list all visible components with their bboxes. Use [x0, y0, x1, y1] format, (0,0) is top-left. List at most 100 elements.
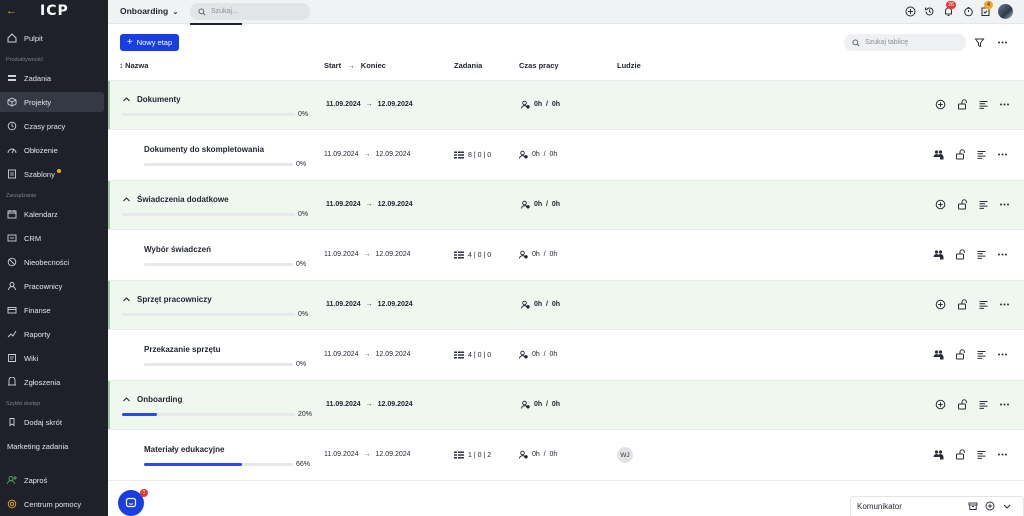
sidebar-item-label: Centrum pomocy	[24, 499, 82, 509]
sidebar-item-nieobecnosci[interactable]: Nieobecności	[0, 252, 104, 272]
archive-icon[interactable]	[968, 501, 978, 511]
tasks-icon	[454, 251, 468, 259]
add-circle-icon[interactable]	[935, 299, 946, 310]
sidebar-item-zadania[interactable]: Zadania	[0, 68, 104, 88]
lock-icon[interactable]	[955, 449, 966, 460]
lock-icon[interactable]	[957, 399, 968, 410]
new-stage-button[interactable]: + Nowy etap	[120, 34, 179, 51]
lock-icon[interactable]	[957, 199, 968, 210]
more-options-icon[interactable]	[997, 37, 1008, 48]
worktime: 0h / 0h	[519, 150, 557, 159]
stage-group-row[interactable]: Sprzęt pracowniczy 0% 11.09.2024 → 12.09.202…	[108, 281, 1024, 329]
back-arrow-icon[interactable]: ←	[6, 5, 17, 17]
worktime: 0h / 0h	[521, 400, 560, 409]
add-circle-icon[interactable]	[935, 199, 946, 210]
details-icon[interactable]	[978, 199, 989, 210]
logo[interactable]: ICP	[40, 3, 69, 19]
stage-task-row[interactable]: Wybór świadczeń 0% 11.09.2024 → 12.09.2024 4 …	[108, 230, 1024, 280]
sidebar-item-pulpit[interactable]: Pulpit	[0, 28, 104, 48]
details-icon[interactable]	[978, 99, 989, 110]
lock-icon[interactable]	[955, 349, 966, 360]
add-shortcut-icon	[7, 417, 17, 427]
more-options-icon[interactable]	[997, 249, 1008, 260]
stage-task-row[interactable]: Dokumenty do skompletowania 0% 11.09.2024 →…	[108, 130, 1024, 180]
more-options-icon[interactable]	[999, 299, 1010, 310]
stage-group-row[interactable]: Onboarding 20% 11.09.2024 → 12.09.2024 0h / 0…	[108, 381, 1024, 429]
person-avatar[interactable]: WJ	[617, 447, 633, 463]
assign-users-icon[interactable]	[933, 249, 944, 260]
sidebar-item-centrum-pomocy[interactable]: Centrum pomocy	[0, 494, 104, 514]
sidebar-item-szablony[interactable]: Szablony	[0, 164, 104, 184]
column-header-dates[interactable]: Start → Koniec	[324, 61, 386, 70]
date-range: 11.09.2024 → 12.09.2024	[326, 401, 413, 408]
column-header-name[interactable]: ↕ Nazwa	[119, 61, 148, 70]
sidebar-item-czasy-pracy[interactable]: Czasy pracy	[0, 116, 104, 136]
lock-icon[interactable]	[957, 299, 968, 310]
chevron-up-icon[interactable]	[122, 95, 131, 104]
sidebar-item-label: Nieobecności	[24, 257, 70, 267]
chevron-up-icon[interactable]	[122, 195, 131, 204]
stage-task-row[interactable]: Materiały edukacyjne 66% 11.09.2024 → 12.09.…	[108, 430, 1024, 480]
more-options-icon[interactable]	[999, 99, 1010, 110]
sidebar-item-oblozenie[interactable]: Obłożenie	[0, 140, 104, 160]
sidebar-item-dodaj-skrot[interactable]: Dodaj skrót	[0, 412, 104, 432]
chevron-up-icon[interactable]	[122, 395, 131, 404]
chevron-up-icon[interactable]	[122, 295, 131, 304]
assign-users-icon[interactable]	[933, 149, 944, 160]
sidebar-item-projekty[interactable]: Projekty	[0, 92, 104, 112]
lock-icon[interactable]	[957, 99, 968, 110]
add-circle-icon[interactable]	[935, 99, 946, 110]
more-options-icon[interactable]	[999, 399, 1010, 410]
details-icon[interactable]	[976, 249, 987, 260]
sidebar-item-raporty[interactable]: Raporty	[0, 324, 104, 344]
sidebar-item-zgloszenia[interactable]: Zgłoszenia	[0, 372, 104, 392]
task-counts: 8 | 0 | 0	[454, 151, 491, 159]
user-avatar[interactable]	[998, 4, 1013, 19]
details-icon[interactable]	[978, 299, 989, 310]
calendar-icon	[7, 209, 17, 219]
details-icon[interactable]	[976, 449, 987, 460]
history-icon[interactable]	[924, 6, 935, 17]
details-icon[interactable]	[976, 349, 987, 360]
assign-users-icon[interactable]	[933, 449, 944, 460]
board-search-placeholder: Szukaj tablicę	[865, 39, 909, 46]
column-header-people[interactable]: Ludzie	[617, 61, 641, 70]
more-options-icon[interactable]	[997, 349, 1008, 360]
wiki-icon	[7, 353, 17, 363]
stage-task-row[interactable]: Przekazanie sprzętu 0% 11.09.2024 → 12.09.20…	[108, 330, 1024, 380]
sidebar-item-pracownicy[interactable]: Pracownicy	[0, 276, 104, 296]
sidebar-item-wiki[interactable]: Wiki	[0, 348, 104, 368]
stopwatch-icon[interactable]	[963, 6, 974, 17]
details-icon[interactable]	[978, 399, 989, 410]
sidebar-item-kalendarz[interactable]: Kalendarz	[0, 204, 104, 224]
filter-icon[interactable]	[974, 37, 985, 48]
sidebar-item-label: Zadania	[24, 73, 52, 83]
collapse-icon[interactable]	[1002, 501, 1012, 511]
add-circle-icon[interactable]	[935, 399, 946, 410]
stage-name: Onboarding	[137, 395, 183, 404]
start-date: 11.09.2024	[326, 401, 361, 408]
end-date: 12.09.2024	[377, 101, 413, 108]
sidebar-item-marketing-zadania[interactable]: Marketing zadania	[0, 436, 104, 456]
stage-group-row[interactable]: Świadczenia dodatkowe 0% 11.09.2024 → 12.09.…	[108, 181, 1024, 229]
search-input[interactable]: Szukaj...	[190, 3, 310, 20]
column-header-tasks[interactable]: Zadania	[454, 61, 482, 70]
add-circle-icon[interactable]	[985, 501, 995, 511]
search-icon	[198, 8, 206, 16]
sidebar-item-crm[interactable]: CRM	[0, 228, 104, 248]
more-options-icon[interactable]	[997, 449, 1008, 460]
more-options-icon[interactable]	[997, 149, 1008, 160]
lock-icon[interactable]	[955, 149, 966, 160]
sidebar-item-finanse[interactable]: Finanse	[0, 300, 104, 320]
board-search-input[interactable]: Szukaj tablicę	[844, 34, 966, 51]
sidebar-item-zapros[interactable]: Zaproś	[0, 470, 104, 490]
more-options-icon[interactable]	[999, 199, 1010, 210]
column-header-worktime[interactable]: Czas pracy	[519, 61, 559, 70]
assign-users-icon[interactable]	[933, 349, 944, 360]
details-icon[interactable]	[976, 149, 987, 160]
communicator-bar[interactable]: Komunikator	[850, 496, 1024, 516]
lock-icon[interactable]	[955, 249, 966, 260]
add-circle-icon[interactable]	[905, 6, 916, 17]
project-selector[interactable]: Onboarding ⌄	[120, 6, 178, 16]
stage-group-row[interactable]: Dokumenty 0% 11.09.2024 → 12.09.2024 0h / 0h	[108, 81, 1024, 129]
